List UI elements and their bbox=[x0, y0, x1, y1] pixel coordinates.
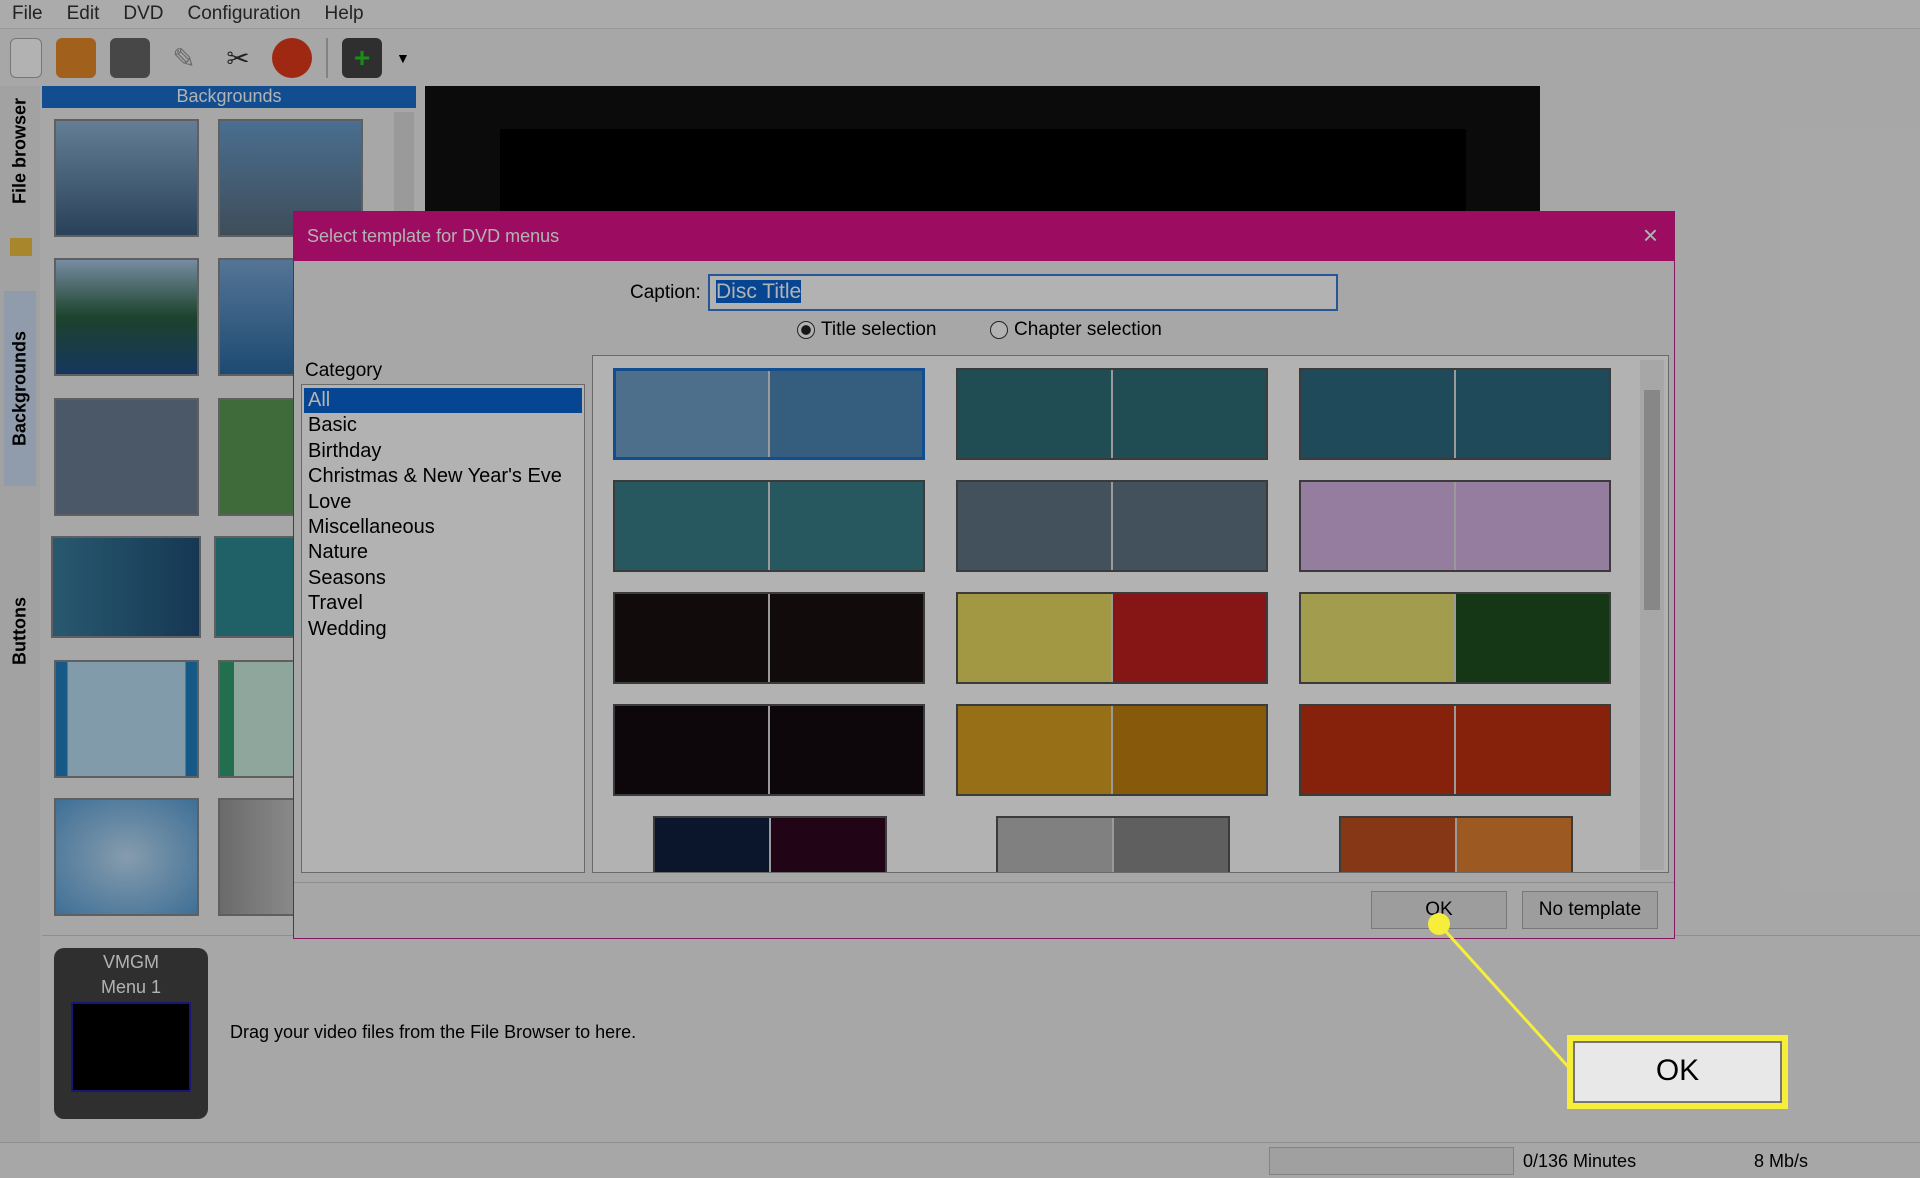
callout-line bbox=[1437, 922, 1574, 1073]
callout-pointer bbox=[1428, 913, 1574, 1073]
ok-callout: OK bbox=[1567, 1035, 1788, 1109]
callout-dot bbox=[1428, 913, 1450, 935]
ok-callout-label: OK bbox=[1573, 1041, 1782, 1103]
